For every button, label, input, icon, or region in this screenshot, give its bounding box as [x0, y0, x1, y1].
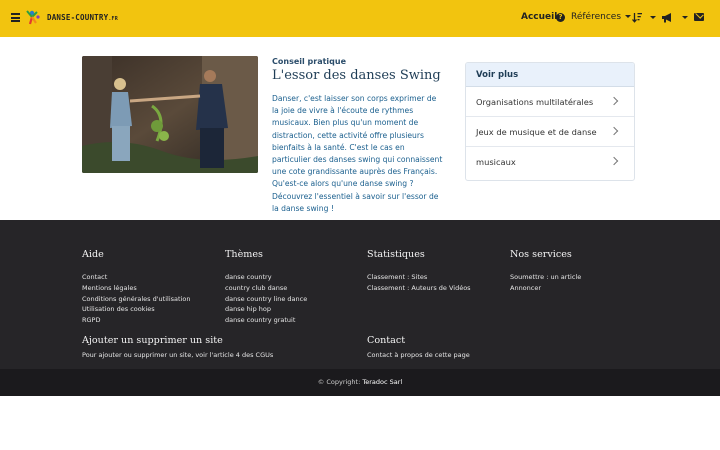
footer-link-cookies[interactable]: Utilisation des cookies: [82, 304, 190, 315]
footer-theme-link[interactable]: country club danse: [225, 283, 307, 294]
chevron-down-icon: [625, 15, 632, 18]
footer-stats-links: Classement : Sites Classement : Auteurs …: [367, 272, 471, 294]
voir-plus-item[interactable]: Organisations multilatérales: [466, 87, 634, 117]
article-excerpt[interactable]: Danser, c'est laisser son corps exprimer…: [272, 93, 444, 215]
footer-aide-links: Contact Mentions légales Conditions géné…: [82, 272, 190, 326]
footer-stats-link[interactable]: Classement : Sites: [367, 272, 471, 283]
footer-theme-link[interactable]: danse hip hop: [225, 304, 307, 315]
nav-references-label: Références: [571, 12, 622, 22]
footer-theme-link[interactable]: danse country: [225, 272, 307, 283]
footer-link-rgpd[interactable]: RGPD: [82, 315, 190, 326]
voir-plus-item-label: musicaux: [476, 157, 516, 167]
footer-theme-link[interactable]: danse country gratuit: [225, 315, 307, 326]
top-navbar: DANSE-COUNTRY.FR Accueil ? Références: [0, 0, 720, 37]
page-bottom: [0, 396, 720, 450]
nav-references-dropdown[interactable]: Références: [571, 12, 632, 22]
footer-services-link[interactable]: Annoncer: [510, 283, 581, 294]
footer-services-link[interactable]: Soumettre : un article: [510, 272, 581, 283]
article-title[interactable]: L'essor des danses Swing: [272, 68, 441, 83]
voir-plus-item-label: Organisations multilatérales: [476, 97, 594, 107]
logo-text[interactable]: DANSE-COUNTRY.FR: [47, 13, 118, 22]
megaphone-icon[interactable]: [661, 12, 673, 23]
menu-icon[interactable]: [11, 13, 20, 22]
footer-ajouter-heading: Ajouter un supprimer un site: [82, 335, 223, 346]
logo-tld: .FR: [108, 16, 118, 22]
voir-plus-card: Voir plus Organisations multilatérales J…: [465, 62, 635, 181]
footer-themes-links: danse country country club danse danse c…: [225, 272, 307, 326]
voir-plus-title: Voir plus: [466, 63, 634, 87]
chevron-right-icon: [609, 96, 619, 106]
footer-contact-heading: Contact: [367, 335, 406, 346]
chevron-down-icon[interactable]: [682, 16, 688, 19]
footer-stats-link[interactable]: Classement : Auteurs de Vidéos: [367, 283, 471, 294]
footer-ajouter-text[interactable]: Pour ajouter ou supprimer un site, voir …: [82, 351, 273, 359]
voir-plus-item[interactable]: Jeux de musique et de danse: [466, 117, 634, 147]
nav-home-link[interactable]: Accueil: [521, 12, 557, 22]
footer-aide-heading: Aide: [82, 249, 104, 260]
sort-icon[interactable]: [632, 12, 642, 23]
footer-services-heading: Nos services: [510, 249, 572, 260]
site-footer: Aide Contact Mentions légales Conditions…: [0, 220, 720, 369]
footer-link-contact[interactable]: Contact: [82, 272, 190, 283]
logo-icon[interactable]: [25, 9, 41, 26]
footer-link-mentions[interactable]: Mentions légales: [82, 283, 190, 294]
copyright-text: © Copyright:: [317, 378, 363, 386]
chevron-right-icon: [609, 126, 619, 136]
footer-themes-heading: Thèmes: [225, 249, 263, 260]
copyright-brand-link[interactable]: Teradoc Sarl: [362, 378, 402, 386]
main-content: Conseil pratique L'essor des danses Swin…: [0, 37, 720, 220]
voir-plus-item-label: Jeux de musique et de danse: [476, 127, 597, 137]
article-photo[interactable]: [82, 56, 258, 173]
copyright-bar: © Copyright: Teradoc Sarl: [0, 369, 720, 396]
chevron-down-icon[interactable]: [650, 16, 656, 19]
help-circle-icon[interactable]: ?: [556, 13, 565, 22]
footer-contact-link[interactable]: Contact à propos de cette page: [367, 351, 470, 359]
voir-plus-item[interactable]: musicaux: [466, 147, 634, 177]
logo-name: DANSE-COUNTRY: [47, 13, 109, 22]
footer-services-links: Soumettre : un article Annoncer: [510, 272, 581, 294]
article-category[interactable]: Conseil pratique: [272, 57, 346, 66]
footer-stats-heading: Statistiques: [367, 249, 425, 260]
footer-theme-link[interactable]: danse country line dance: [225, 294, 307, 305]
chevron-right-icon: [609, 156, 619, 166]
envelope-icon[interactable]: [694, 13, 704, 21]
footer-link-cgu[interactable]: Conditions générales d'utilisation: [82, 294, 190, 305]
